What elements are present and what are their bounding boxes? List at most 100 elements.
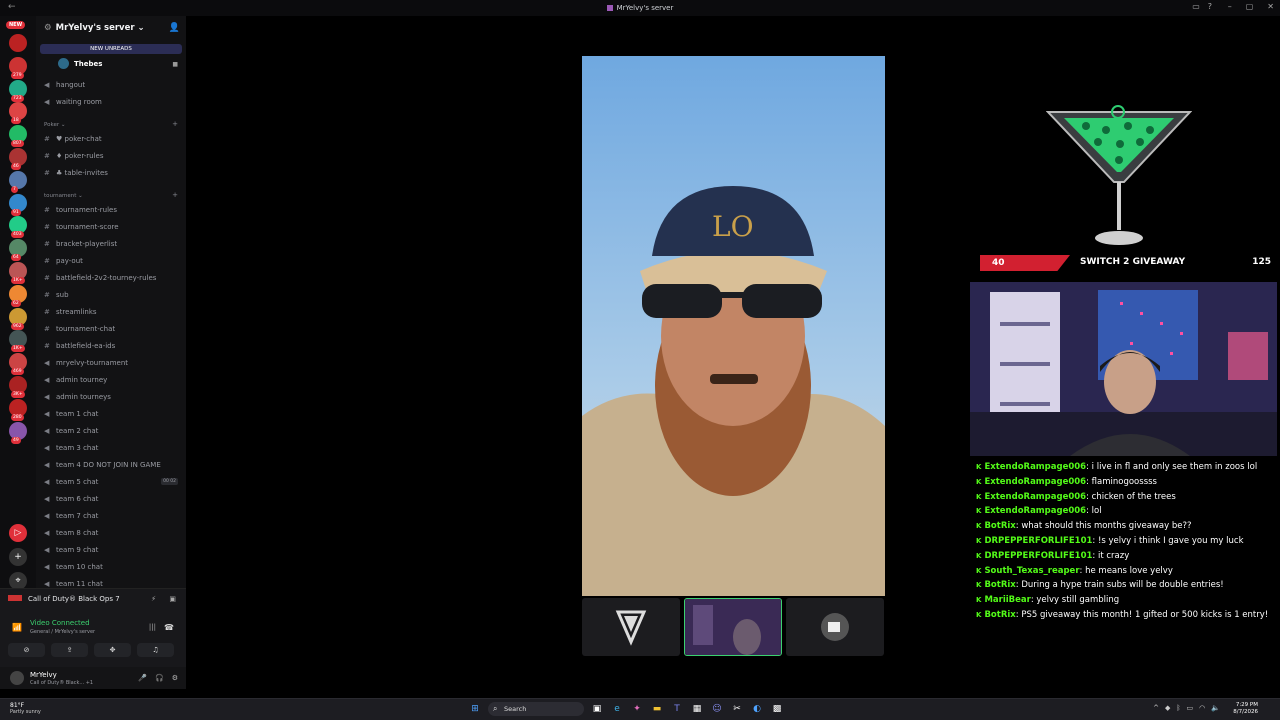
server-icon[interactable]: 807 <box>9 125 27 148</box>
start-icon[interactable]: ⊞ <box>468 702 482 716</box>
screen-share-button[interactable]: ⇪ <box>51 643 88 657</box>
server-icon[interactable]: 3K+ <box>9 376 27 398</box>
main-video-stream[interactable]: LO <box>582 56 885 596</box>
taskbar-search[interactable]: Search <box>488 702 584 716</box>
file-explorer-icon[interactable]: ▬ <box>650 702 664 716</box>
maximize-icon[interactable]: ▢ <box>1246 2 1254 11</box>
edge-icon[interactable]: e <box>610 702 624 716</box>
server-icon[interactable]: 46 <box>9 148 27 170</box>
bluetooth-icon[interactable]: ᛒ <box>1176 704 1180 712</box>
chat-username[interactable]: DRPEPPERFORLIFE101 <box>984 536 1092 546</box>
voice-channel[interactable]: ◀ admin tourneys <box>44 391 111 403</box>
category-tournament[interactable]: tournament ⌄ <box>44 193 83 199</box>
text-channel[interactable]: # ♥ poker-chat <box>44 133 102 145</box>
chat-username[interactable]: ExtendoRampage006 <box>984 492 1086 502</box>
volume-icon[interactable]: 🔈 <box>1211 704 1220 712</box>
chat-username[interactable]: BotRix <box>984 580 1015 590</box>
voice-channel[interactable]: ◀ team 2 chat <box>44 425 98 437</box>
mic-icon[interactable]: 🎤 <box>138 674 147 682</box>
activities-button[interactable]: ✥ <box>94 643 131 657</box>
participant-tile-active[interactable] <box>684 598 782 656</box>
new-pill[interactable]: NEW <box>6 21 26 29</box>
server-icon[interactable]: 91 <box>9 193 27 216</box>
voice-channel[interactable]: ◀ team 6 chat <box>44 493 98 505</box>
voice-channel[interactable]: ◀ team 9 chat <box>44 544 98 556</box>
text-channel[interactable]: # tournament-rules <box>44 204 117 216</box>
add-channel-icon[interactable]: + <box>172 191 178 199</box>
add-channel-icon[interactable]: + <box>172 120 178 128</box>
server-icon[interactable]: 62 <box>9 284 27 307</box>
voice-channel[interactable]: ◀ mryelvy-tournament <box>44 357 128 369</box>
voice-channel[interactable]: ◀ team 7 chat <box>44 510 98 522</box>
user-avatar[interactable] <box>10 671 24 685</box>
browser-icon[interactable]: ◐ <box>750 702 764 716</box>
voice-channel[interactable]: ◀ team 4 DO NOT JOIN IN GAME <box>44 459 161 471</box>
text-channel[interactable]: # pay-out <box>44 255 83 267</box>
app-icon[interactable]: ▩ <box>770 702 784 716</box>
activity-icon[interactable]: ⚡ <box>151 595 156 603</box>
tray-app-icon[interactable]: ◆ <box>1165 704 1170 712</box>
screen-icon[interactable]: ▣ <box>169 595 176 603</box>
chat-username[interactable]: BotRix <box>984 610 1015 620</box>
teams-icon[interactable]: T <box>670 702 684 716</box>
tray-chevron-icon[interactable]: ^ <box>1153 704 1159 712</box>
server-icon[interactable]: 469 <box>9 353 27 376</box>
participant-tile[interactable] <box>786 598 884 656</box>
server-icon[interactable] <box>9 34 27 52</box>
settings-gear-icon[interactable]: ⚙ <box>172 674 178 682</box>
text-channel[interactable]: # ♦ poker-rules <box>44 150 104 162</box>
text-channel[interactable]: # battlefield-2v2-tourney-rules <box>44 272 156 284</box>
close-icon[interactable]: ✕ <box>1267 2 1274 11</box>
voice-location[interactable]: General / MrYelvy's server <box>30 629 95 635</box>
server-icon[interactable]: 279 <box>9 56 27 79</box>
headphones-icon[interactable]: 🎧 <box>155 674 164 682</box>
capcut-icon[interactable]: ✂ <box>730 702 744 716</box>
server-header[interactable]: ⚙ MrYelvy's server ⌄ <box>44 23 145 33</box>
play-icon[interactable]: ▷ <box>9 524 27 542</box>
chat-username[interactable]: ExtendoRampage006 <box>984 506 1086 516</box>
chat-username[interactable]: MariiBear <box>984 595 1030 605</box>
monitor-icon[interactable]: ▭ <box>1187 704 1194 712</box>
inbox-icon[interactable]: ▭ <box>1192 2 1200 11</box>
chat-username[interactable]: ExtendoRampage006 <box>984 462 1086 472</box>
text-channel[interactable]: # tournament-chat <box>44 323 115 335</box>
server-icon[interactable]: 962 <box>9 307 27 330</box>
text-channel[interactable]: # ♣ table-invites <box>44 167 108 179</box>
new-unreads-banner[interactable]: NEW UNREADS <box>40 44 182 54</box>
server-icon[interactable]: 7 <box>9 170 27 193</box>
server-icon[interactable]: 18 <box>9 102 27 125</box>
voice-channel[interactable]: ◀ team 5 chat <box>44 476 98 488</box>
server-icon[interactable]: 403 <box>9 216 27 239</box>
voice-channel[interactable]: ◀ waiting room <box>44 96 102 108</box>
voice-channel[interactable]: ◀ team 3 chat <box>44 442 98 454</box>
server-icon[interactable]: 64 <box>9 239 27 262</box>
help-icon[interactable]: ? <box>1208 2 1212 11</box>
discord-icon[interactable]: ☺ <box>710 702 724 716</box>
active-voice-user[interactable]: Thebes <box>74 60 102 68</box>
text-channel[interactable]: # battlefield-ea-ids <box>44 340 115 352</box>
soundboard-button[interactable]: ♫ <box>137 643 174 657</box>
voice-channel[interactable]: ◀ team 8 chat <box>44 527 98 539</box>
disconnect-icon[interactable]: ☎ <box>164 623 174 632</box>
server-icon[interactable]: 1K+ <box>9 330 27 353</box>
weather-widget[interactable]: 81°F Partly sunny <box>10 702 41 715</box>
participant-tile[interactable] <box>582 598 680 656</box>
server-icon[interactable]: 49 <box>9 421 27 444</box>
store-icon[interactable]: ▦ <box>690 702 704 716</box>
invite-icon[interactable]: 👤 <box>169 23 180 33</box>
chat-username[interactable]: ExtendoRampage006 <box>984 477 1086 487</box>
category-poker[interactable]: Poker ⌄ <box>44 122 65 128</box>
server-icon[interactable]: 1K+ <box>9 262 27 284</box>
chat-username[interactable]: DRPEPPERFORLIFE101 <box>984 551 1092 561</box>
server-icon[interactable]: 723 <box>9 79 27 102</box>
task-view-icon[interactable]: ▣ <box>590 702 604 716</box>
text-channel[interactable]: # streamlinks <box>44 306 97 318</box>
chat-username[interactable]: South_Texas_reaper <box>984 566 1079 576</box>
clock[interactable]: 7:29 PM 8/7/2026 <box>1233 702 1258 716</box>
noise-icon[interactable]: ||| <box>149 623 156 631</box>
chat-username[interactable]: BotRix <box>984 521 1015 531</box>
wifi-icon[interactable]: ◠ <box>1199 704 1205 712</box>
voice-channel[interactable]: ◀ team 1 chat <box>44 408 98 420</box>
camera-toggle-button[interactable]: ⊘ <box>8 643 45 657</box>
voice-channel[interactable]: ◀ admin tourney <box>44 374 107 386</box>
